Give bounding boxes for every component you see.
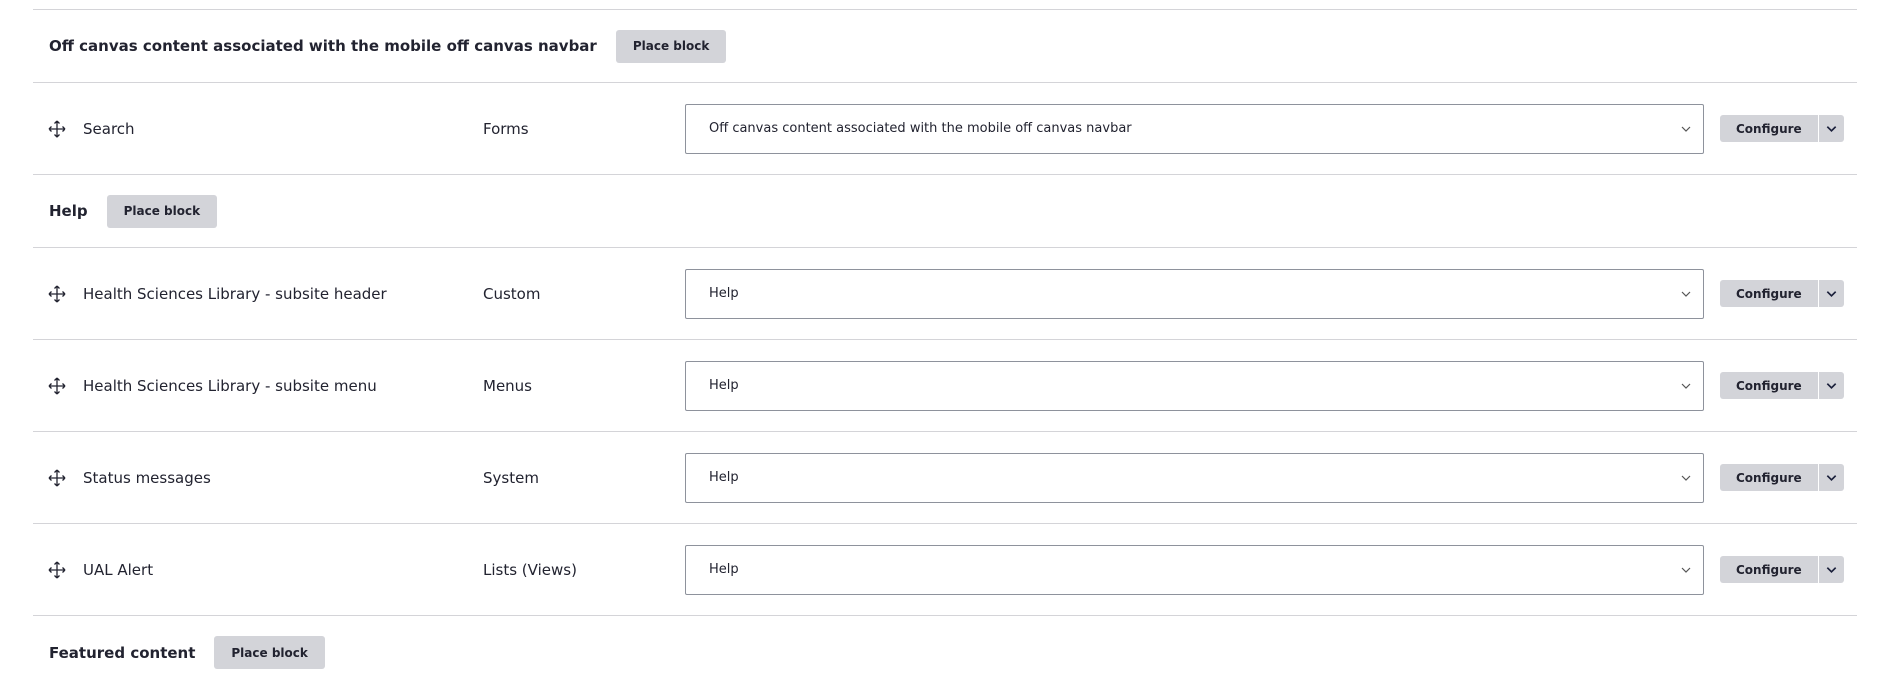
- region-title: Featured content: [49, 643, 196, 662]
- place-block-button[interactable]: Place block: [106, 194, 218, 228]
- region-select-value: Help: [709, 378, 739, 393]
- block-row: Search Forms Off canvas content associat…: [33, 83, 1857, 175]
- operations-dropdown-button[interactable]: [1817, 115, 1844, 142]
- configure-split-button: Configure: [1720, 464, 1844, 491]
- chevron-down-icon: [1826, 474, 1836, 481]
- region-select-value: Help: [709, 286, 739, 301]
- move-arrows-icon[interactable]: [47, 468, 67, 488]
- configure-button[interactable]: Configure: [1720, 464, 1818, 491]
- block-row: UAL Alert Lists (Views) Help Configure: [33, 524, 1857, 616]
- operations-dropdown-button[interactable]: [1817, 556, 1844, 583]
- chevron-down-icon: [1681, 291, 1691, 297]
- chevron-down-icon: [1681, 567, 1691, 573]
- block-name: Search: [83, 119, 135, 138]
- move-arrows-icon[interactable]: [47, 119, 67, 139]
- operations-dropdown-button[interactable]: [1817, 372, 1844, 399]
- operations-dropdown-button[interactable]: [1817, 464, 1844, 491]
- region-header: Help Place block: [33, 175, 1857, 248]
- block-row: Status messages System Help Configure: [33, 432, 1857, 524]
- block-name: UAL Alert: [83, 560, 154, 579]
- region-select[interactable]: Help: [685, 268, 1704, 319]
- configure-button[interactable]: Configure: [1720, 372, 1818, 399]
- region-header: Off canvas content associated with the m…: [33, 10, 1857, 83]
- region-title: Help: [49, 202, 88, 220]
- move-arrows-icon[interactable]: [47, 560, 67, 580]
- block-row: Health Sciences Library - subsite menu M…: [33, 340, 1857, 432]
- chevron-down-icon: [1826, 290, 1836, 297]
- region-select-value: Help: [709, 470, 739, 485]
- configure-button[interactable]: Configure: [1720, 280, 1818, 307]
- block-name: Status messages: [83, 468, 211, 487]
- chevron-down-icon: [1681, 475, 1691, 481]
- block-layout-table: Off canvas content associated with the m…: [33, 9, 1857, 689]
- region-select-value: Help: [709, 562, 739, 577]
- region-header: Featured content Place block: [33, 616, 1857, 689]
- block-category: System: [483, 468, 539, 487]
- move-arrows-icon[interactable]: [47, 284, 67, 304]
- chevron-down-icon: [1826, 125, 1836, 132]
- operations-dropdown-button[interactable]: [1817, 280, 1844, 307]
- block-category: Custom: [483, 284, 541, 303]
- region-title: Off canvas content associated with the m…: [49, 37, 597, 55]
- configure-split-button: Configure: [1720, 372, 1844, 399]
- chevron-down-icon: [1681, 126, 1691, 132]
- configure-split-button: Configure: [1720, 115, 1844, 142]
- region-select[interactable]: Help: [685, 360, 1704, 411]
- region-select[interactable]: Help: [685, 452, 1704, 503]
- configure-button[interactable]: Configure: [1720, 115, 1818, 142]
- block-category: Forms: [483, 119, 529, 138]
- block-name: Health Sciences Library - subsite header: [83, 284, 387, 303]
- block-row: Health Sciences Library - subsite header…: [33, 248, 1857, 340]
- block-category: Menus: [483, 376, 532, 395]
- block-name: Health Sciences Library - subsite menu: [83, 376, 377, 395]
- chevron-down-icon: [1681, 383, 1691, 389]
- move-arrows-icon[interactable]: [47, 376, 67, 396]
- region-select[interactable]: Help: [685, 544, 1704, 595]
- block-category: Lists (Views): [483, 560, 577, 579]
- region-select-value: Off canvas content associated with the m…: [709, 121, 1132, 136]
- chevron-down-icon: [1826, 566, 1836, 573]
- configure-split-button: Configure: [1720, 280, 1844, 307]
- place-block-button[interactable]: Place block: [615, 29, 727, 63]
- region-select[interactable]: Off canvas content associated with the m…: [685, 103, 1704, 154]
- configure-split-button: Configure: [1720, 556, 1844, 583]
- chevron-down-icon: [1826, 382, 1836, 389]
- place-block-button[interactable]: Place block: [214, 636, 325, 669]
- configure-button[interactable]: Configure: [1720, 556, 1818, 583]
